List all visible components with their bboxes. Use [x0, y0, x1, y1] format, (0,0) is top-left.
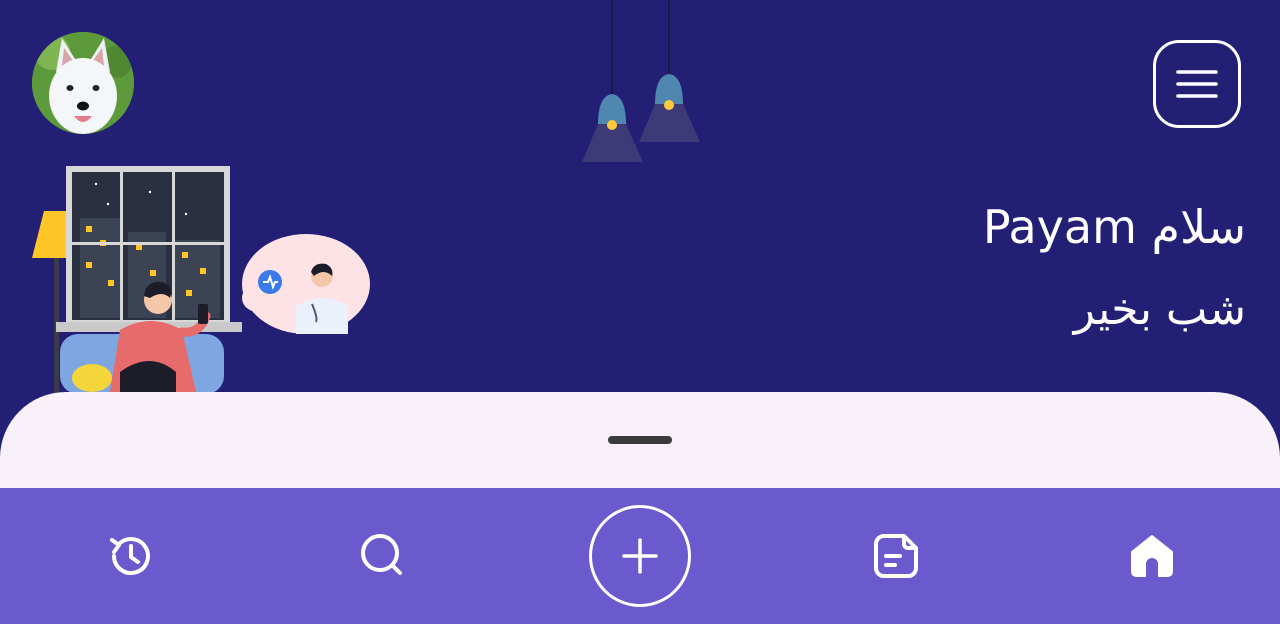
nav-search-button[interactable]	[323, 488, 443, 624]
greeting-title: سلام Payam	[982, 200, 1246, 254]
nav-notes-button[interactable]	[836, 488, 956, 624]
greeting-subtitle: شب بخیر	[1073, 284, 1246, 335]
history-icon	[110, 537, 150, 576]
nav-home-button[interactable]	[1092, 488, 1212, 624]
hamburger-menu-icon	[1176, 70, 1218, 98]
bottom-navigation	[0, 488, 1280, 624]
drag-handle[interactable]	[608, 436, 672, 444]
night-room-illustration	[32, 166, 370, 398]
menu-button[interactable]	[1153, 40, 1241, 128]
add-button[interactable]	[589, 505, 691, 607]
notes-icon	[874, 534, 918, 578]
search-icon	[361, 534, 402, 575]
add-icon	[622, 538, 658, 574]
nav-history-button[interactable]	[70, 488, 190, 624]
home-icon	[1131, 535, 1173, 577]
